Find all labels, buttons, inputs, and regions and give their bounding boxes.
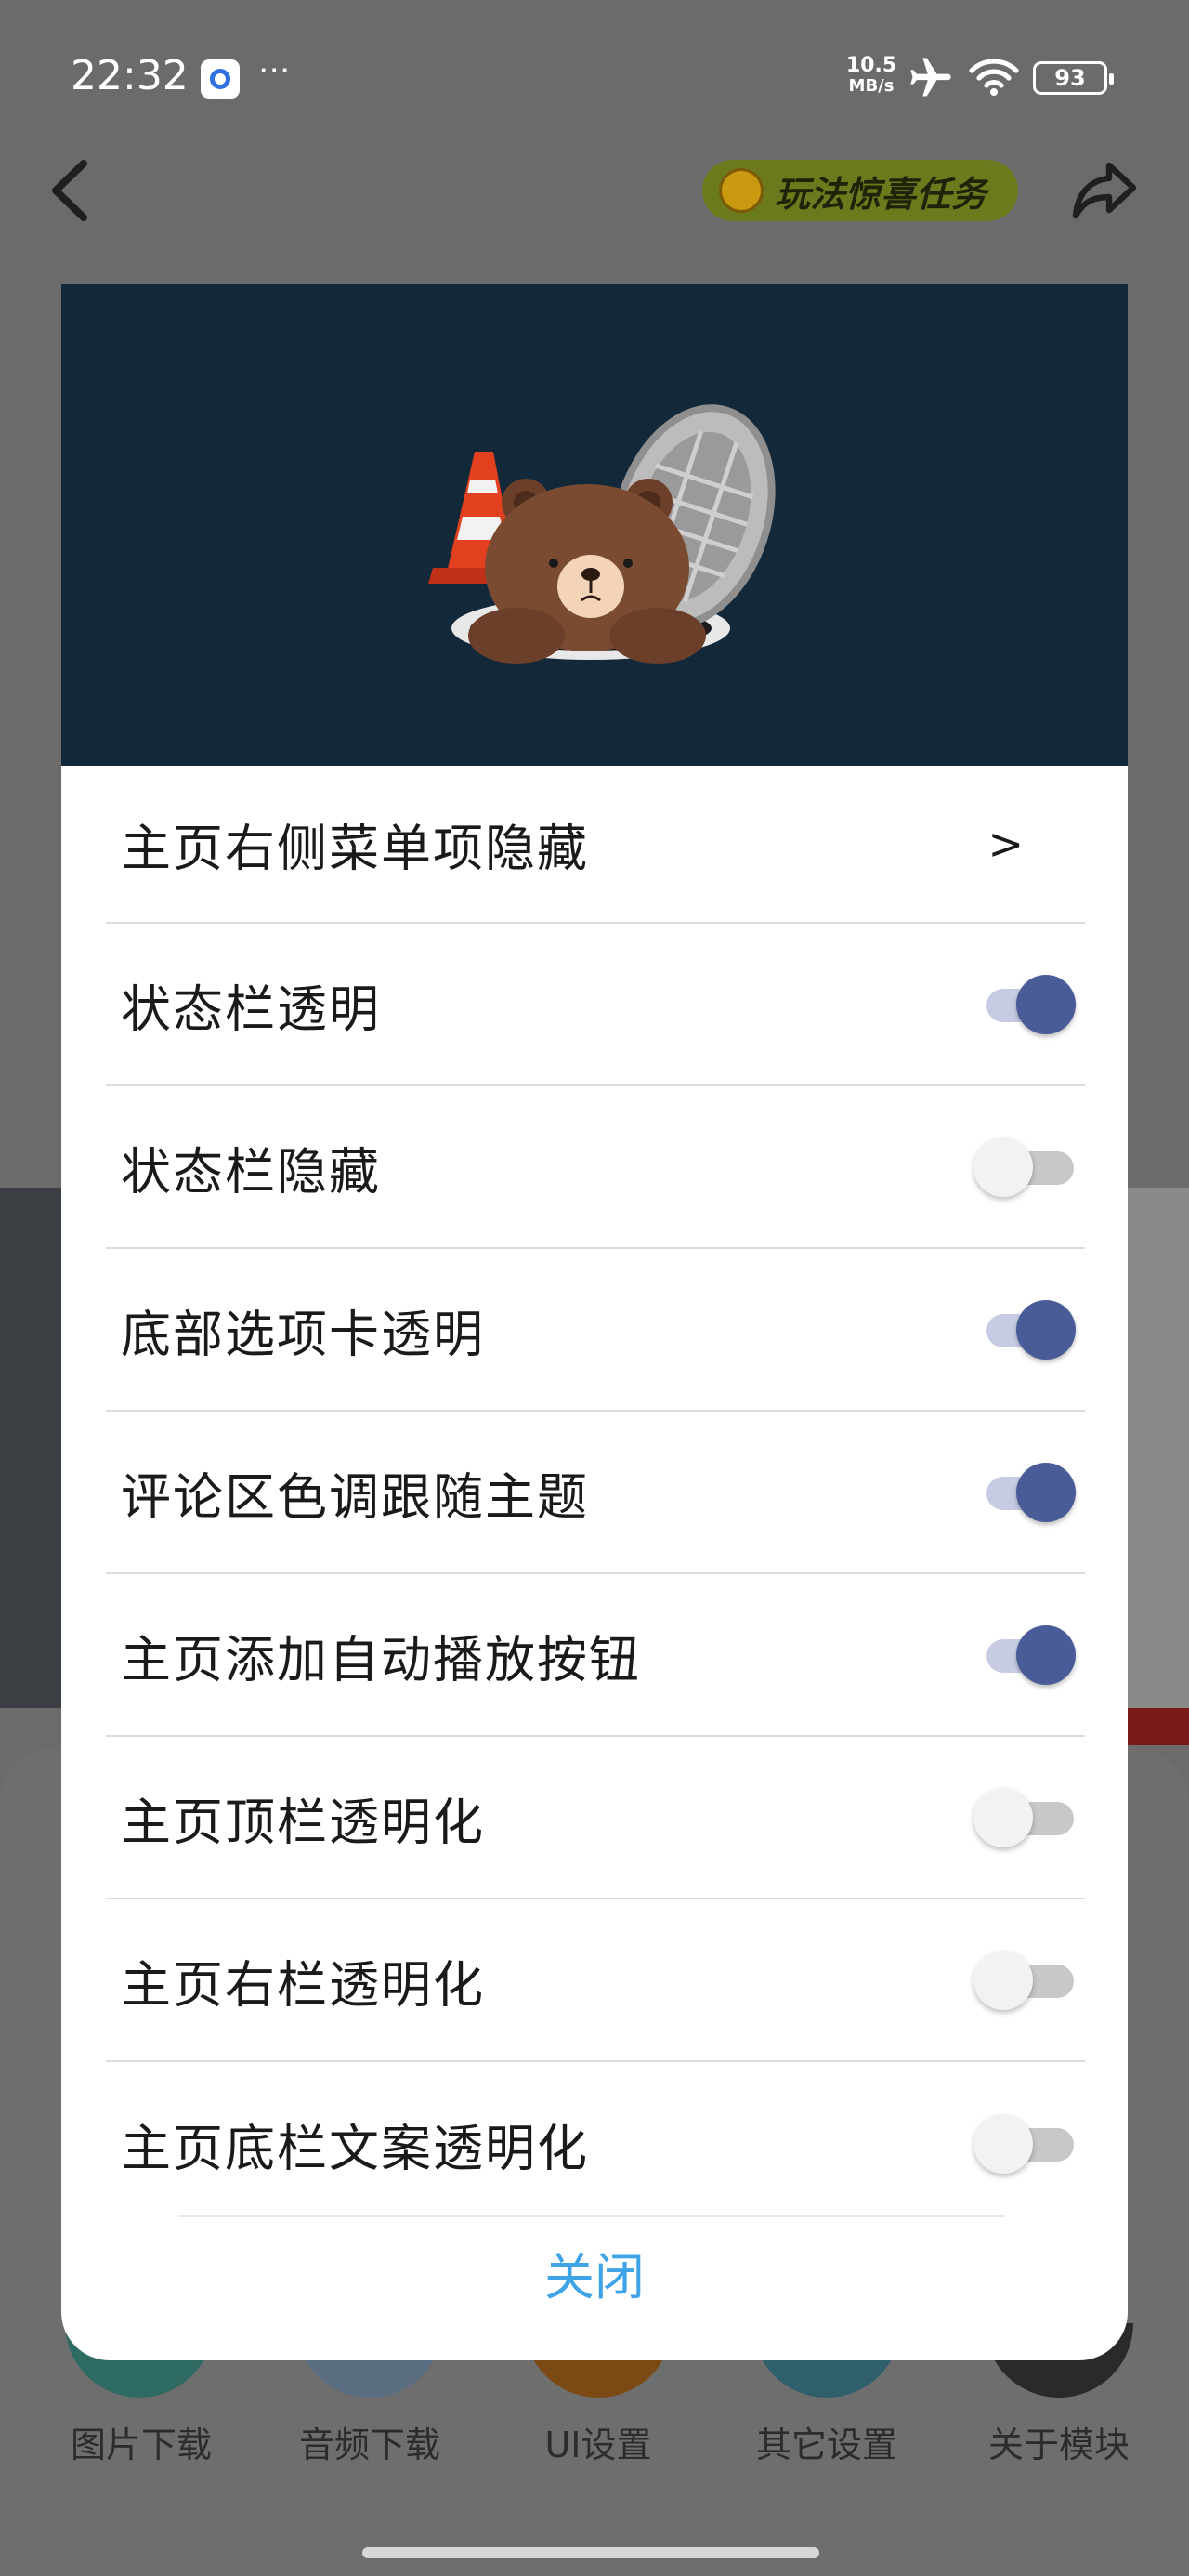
toggle-switch[interactable]: [973, 1297, 1076, 1362]
more-notifications-icon: ···: [258, 52, 291, 90]
share-arrow-icon[interactable]: [1068, 158, 1141, 223]
tab-other-settings[interactable]: 其它设置: [715, 2416, 938, 2467]
setting-label: 主页右栏透明化: [121, 1955, 485, 2014]
setting-comment-theme-color: 评论区色调跟随主题: [106, 1412, 1085, 1574]
app-notification-icon: [201, 59, 240, 99]
menu-item-label: 主页右侧菜单项隐藏: [121, 819, 589, 878]
setting-statusbar-hidden: 状态栏隐藏: [106, 1086, 1085, 1249]
setting-autoplay-button: 主页添加自动播放按钮: [106, 1574, 1085, 1737]
chevron-right-icon: >: [987, 819, 1024, 869]
toggle-switch[interactable]: [973, 1460, 1076, 1525]
tiktok-coin-icon: [719, 168, 764, 213]
wifi-icon: [969, 59, 1019, 96]
toggle-switch[interactable]: [973, 1948, 1076, 2013]
bear-in-manhole-illustration: [428, 404, 776, 664]
tab-ui-settings[interactable]: UI设置: [487, 2416, 710, 2467]
status-bar: 22:32 ··· 10.5 MB/s 93: [0, 0, 1189, 149]
tab-image-download[interactable]: 图片下载: [30, 2416, 253, 2467]
network-speed: 10.5 MB/s: [834, 56, 908, 97]
background-photo-right: [1128, 1188, 1189, 1708]
dialog-banner: [61, 284, 1128, 766]
background-photo-left: [0, 1188, 61, 1708]
setting-label: 评论区色调跟随主题: [121, 1467, 589, 1526]
setting-rightbar-transparent: 主页右栏透明化: [106, 1899, 1085, 2062]
setting-label: 底部选项卡透明: [121, 1305, 485, 1363]
toggle-switch[interactable]: [973, 1135, 1076, 1200]
toggle-switch[interactable]: [973, 2111, 1076, 2176]
home-indicator[interactable]: [362, 2547, 819, 2558]
surprise-task-label: 玩法惊喜任务: [775, 173, 987, 215]
close-button[interactable]: 关闭: [61, 2217, 1128, 2338]
toggle-switch[interactable]: [973, 972, 1076, 1037]
toggle-switch[interactable]: [973, 1785, 1076, 1850]
tab-about-module[interactable]: 关于模块: [947, 2416, 1170, 2467]
setting-label: 主页顶栏透明化: [121, 1793, 485, 1851]
network-speed-value: 10.5: [845, 54, 897, 77]
background-strip: [1128, 1708, 1189, 1745]
setting-topbar-transparent: 主页顶栏透明化: [106, 1737, 1085, 1899]
menu-item-hide-right-menu[interactable]: 主页右侧菜单项隐藏 >: [106, 766, 1085, 924]
setting-label: 状态栏透明: [121, 979, 381, 1038]
setting-bottom-tab-transparent: 底部选项卡透明: [106, 1249, 1085, 1412]
setting-statusbar-transparent: 状态栏透明: [106, 924, 1085, 1086]
tab-audio-download[interactable]: 音频下载: [258, 2416, 481, 2467]
chevron-left-icon[interactable]: [46, 158, 93, 223]
settings-list: 主页右侧菜单项隐藏 > 状态栏透明 状态栏隐藏 底部选项卡透明 评论区色调跟随主…: [106, 766, 1085, 2225]
battery-indicator: 93: [1033, 61, 1114, 95]
ui-settings-dialog: 主页右侧菜单项隐藏 > 状态栏透明 状态栏隐藏 底部选项卡透明 评论区色调跟随主…: [61, 284, 1128, 2360]
status-time: 22:32: [71, 52, 189, 99]
network-speed-unit: MB/s: [848, 76, 895, 96]
setting-bottombar-text-transparent: 主页底栏文案透明化: [106, 2062, 1085, 2225]
toggle-switch[interactable]: [973, 1623, 1076, 1688]
airplane-icon: [910, 58, 951, 97]
setting-label: 主页底栏文案透明化: [121, 2119, 589, 2177]
surprise-task-button[interactable]: 玩法惊喜任务: [702, 160, 1018, 221]
setting-label: 主页添加自动播放按钮: [121, 1630, 641, 1689]
setting-label: 状态栏隐藏: [121, 1142, 381, 1201]
